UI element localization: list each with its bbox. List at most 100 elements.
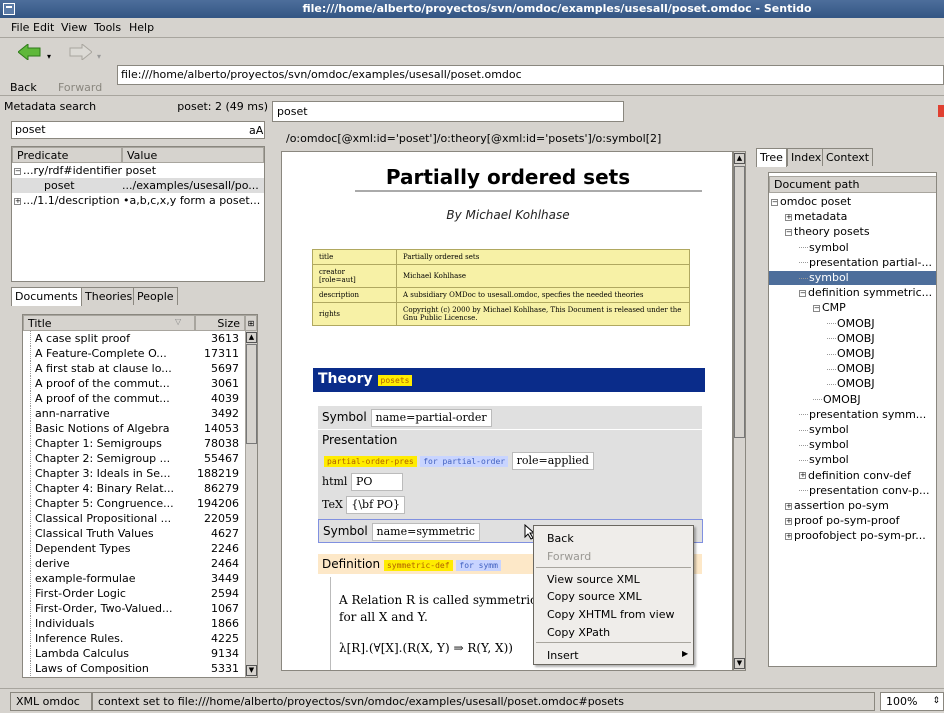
menu-item-copy-xpath[interactable]: Copy XPath	[547, 626, 610, 639]
document-list-item[interactable]: First-Order Logic 2594	[23, 586, 245, 601]
back-arrow-icon[interactable]	[17, 42, 42, 62]
spinner-icon[interactable]: ⇕	[932, 693, 940, 710]
tab-documents[interactable]: Documents	[11, 287, 82, 306]
tree-node[interactable]: OMOBJ	[813, 393, 861, 407]
tree-node[interactable]: + proofobject po-sym-pr...	[785, 529, 926, 543]
tree-node[interactable]: − omdoc poset	[771, 195, 851, 209]
scroll-thumb[interactable]	[246, 344, 257, 444]
presentation-tag[interactable]: partial-order-pres	[324, 456, 417, 467]
col-value[interactable]: Value	[122, 147, 264, 163]
tree-node[interactable]: presentation partial-...	[799, 256, 932, 270]
document-list-item[interactable]: Classical Propositional ... 22059	[23, 511, 245, 526]
expand-icon[interactable]: +	[785, 502, 792, 510]
scroll-up-icon[interactable]: ▲	[246, 332, 257, 343]
document-list-item[interactable]: Chapter 4: Binary Relat... 86279	[23, 481, 245, 496]
collapse-icon[interactable]: −	[813, 304, 820, 312]
menu-view[interactable]: View	[61, 21, 87, 34]
document-list-item[interactable]: Chapter 2: Semigroup ... 55467	[23, 451, 245, 466]
expand-icon[interactable]: +	[785, 517, 792, 525]
scroll-down-icon[interactable]: ▼	[734, 658, 745, 669]
tree-node[interactable]: presentation conv-p...	[799, 484, 930, 498]
theory-header[interactable]: Theory posets	[313, 368, 705, 392]
tree-node[interactable]: OMOBJ	[827, 317, 875, 331]
tree-node[interactable]: − theory posets	[785, 225, 870, 239]
tree-node[interactable]: symbol	[799, 423, 849, 437]
metadata-row[interactable]: poset .../examples/usesall/po...	[12, 178, 264, 193]
menu-item-copy-xhtml[interactable]: Copy XHTML from view	[547, 608, 674, 621]
scroll-down-icon[interactable]: ▼	[246, 665, 257, 676]
tree-node[interactable]: + assertion po-sym	[785, 499, 889, 513]
tree-node[interactable]: − CMP	[813, 301, 846, 315]
tree-node[interactable]: OMOBJ	[827, 347, 875, 361]
theory-tag[interactable]: posets	[377, 375, 413, 386]
menu-file[interactable]: File	[11, 21, 29, 34]
menu-edit[interactable]: Edit	[33, 21, 54, 34]
document-list-item[interactable]: Laws of Composition 5331	[23, 661, 245, 676]
tree-node[interactable]: symbol	[799, 438, 849, 452]
tab-context[interactable]: Context	[822, 148, 874, 166]
tree-node[interactable]: − definition symmetric...	[799, 286, 932, 300]
forward-arrow-icon[interactable]	[68, 42, 93, 62]
document-list-item[interactable]: First-Order, Two-Valued... 1067	[23, 601, 245, 616]
document-scrollbar[interactable]: ▲ ▼	[733, 151, 746, 671]
collapse-icon[interactable]: −	[771, 198, 778, 206]
col-title[interactable]: Title	[23, 315, 195, 331]
document-list-item[interactable]: Basic Notions of Algebra 14053	[23, 421, 245, 436]
document-list-item[interactable]: derive 2464	[23, 556, 245, 571]
tree-header[interactable]: Document path	[769, 176, 936, 193]
menu-help[interactable]: Help	[129, 21, 154, 34]
menu-item-insert[interactable]: Insert	[547, 649, 579, 662]
forward-button[interactable]: Forward	[58, 81, 102, 94]
tree-node[interactable]: + proof po-sym-proof	[785, 514, 900, 528]
presentation-block[interactable]: Presentation partial-order-pres for part…	[318, 430, 702, 520]
back-button[interactable]: Back	[10, 81, 37, 94]
menu-item-view-source[interactable]: View source XML	[547, 573, 640, 586]
tab-people[interactable]: People	[133, 287, 178, 305]
document-list-item[interactable]: ann-narrative 3492	[23, 406, 245, 421]
document-list-item[interactable]: Dependent Types 2246	[23, 541, 245, 556]
col-size[interactable]: Size	[195, 315, 245, 331]
menu-tools[interactable]: Tools	[94, 21, 121, 34]
tree-node[interactable]: + definition conv-def	[799, 469, 911, 483]
collapse-icon[interactable]: −	[14, 167, 21, 175]
forward-dropdown-icon[interactable]: ▾	[97, 52, 101, 61]
document-list-item[interactable]: Chapter 5: Congruence... 194206	[23, 496, 245, 511]
tree-node[interactable]: OMOBJ	[827, 377, 875, 391]
tree-node[interactable]: OMOBJ	[827, 362, 875, 376]
tree-node[interactable]: symbol	[769, 271, 936, 285]
metadata-search-input[interactable]: poset	[11, 121, 265, 139]
expand-icon[interactable]: +	[14, 197, 21, 205]
case-toggle[interactable]: aA	[249, 124, 263, 137]
tree-node[interactable]: OMOBJ	[827, 332, 875, 346]
back-dropdown-icon[interactable]: ▾	[47, 52, 51, 61]
document-list-item[interactable]: Chapter 1: Semigroups 78038	[23, 436, 245, 451]
expand-icon[interactable]: +	[799, 472, 806, 480]
tree-node[interactable]: presentation symm...	[799, 408, 926, 422]
document-list-item[interactable]: Individuals 1866	[23, 616, 245, 631]
columns-icon[interactable]: ⊞	[245, 315, 257, 331]
document-list-item[interactable]: A proof of the commut... 4039	[23, 391, 245, 406]
document-list-item[interactable]: A first stab at clause lo... 5697	[23, 361, 245, 376]
tree-node[interactable]: symbol	[799, 241, 849, 255]
document-list-item[interactable]: Chapter 3: Ideals in Se... 188219	[23, 466, 245, 481]
expand-icon[interactable]: +	[785, 213, 792, 221]
menu-item-forward[interactable]: Forward	[547, 550, 591, 563]
document-tab[interactable]: poset	[272, 101, 624, 122]
document-list-item[interactable]: Inference Rules. 4225	[23, 631, 245, 646]
tree-node[interactable]: symbol	[799, 453, 849, 467]
tab-theories[interactable]: Theories	[81, 287, 137, 305]
window-menu-icon[interactable]	[3, 3, 15, 15]
metadata-row[interactable]: + .../1.1/description •a,b,c,x,y form a p…	[14, 193, 260, 208]
document-list-item[interactable]: Lambda Calculus 9134	[23, 646, 245, 661]
documents-scrollbar[interactable]: ▲ ▼	[245, 331, 257, 677]
definition-for-tag[interactable]: for symm	[456, 560, 501, 571]
tab-tree[interactable]: Tree	[756, 148, 787, 167]
tab-index[interactable]: Index	[787, 148, 826, 166]
document-list-item[interactable]: A proof of the commut... 3061	[23, 376, 245, 391]
close-tab-icon[interactable]	[938, 105, 944, 117]
metadata-row[interactable]: − ...ry/rdf#identifier poset	[14, 163, 156, 178]
collapse-icon[interactable]: −	[799, 289, 806, 297]
menu-item-copy-source[interactable]: Copy source XML	[547, 590, 642, 603]
scroll-thumb[interactable]	[734, 166, 745, 438]
document-list-item[interactable]: A case split proof 3613	[23, 331, 245, 346]
